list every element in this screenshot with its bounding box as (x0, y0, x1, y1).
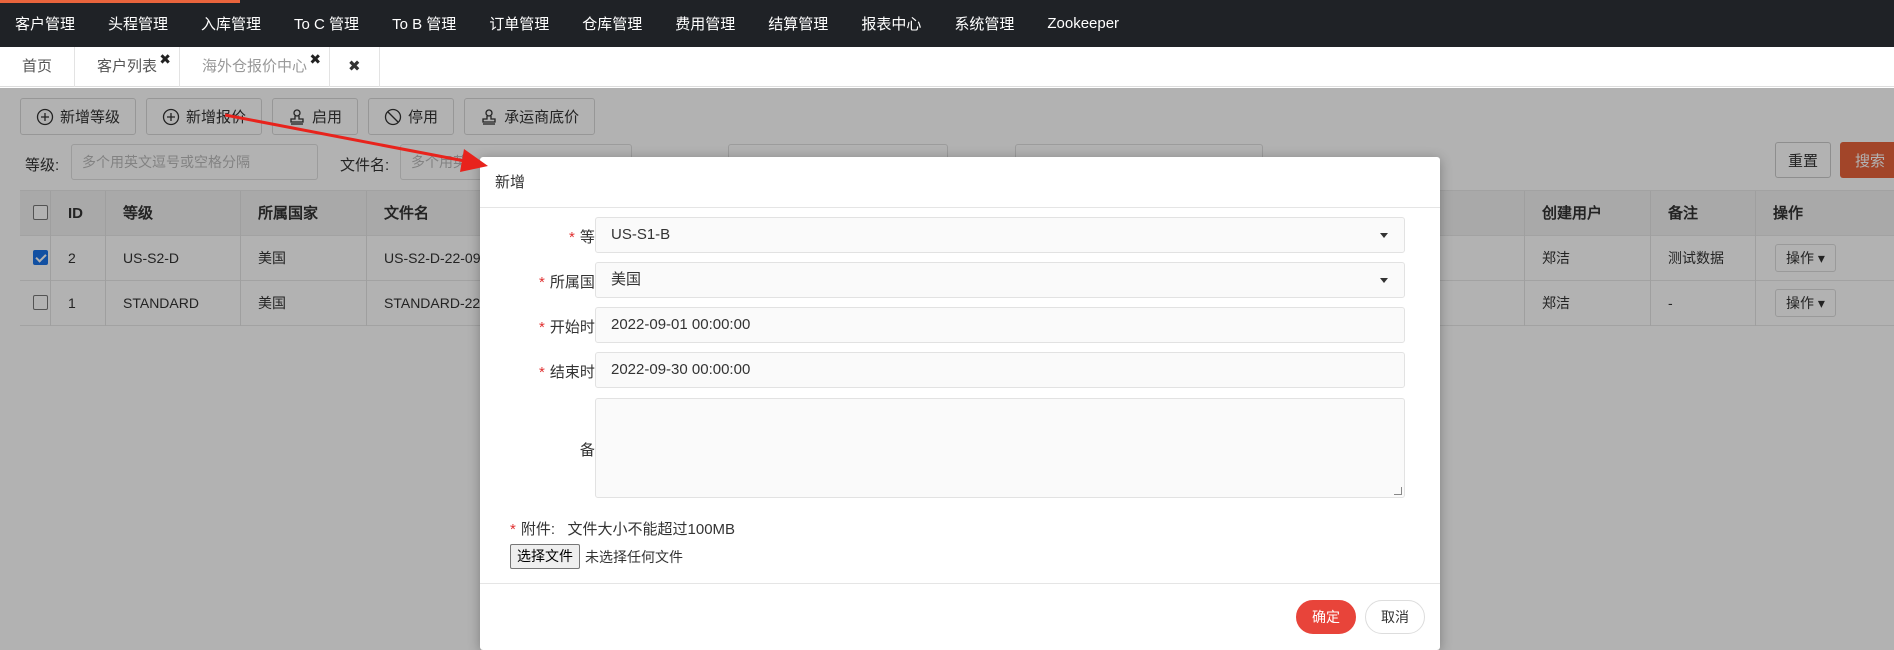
close-all-tabs-icon[interactable]: ✖ (330, 47, 380, 87)
required-asterisk: * (538, 319, 545, 336)
add-quote-dialog: 新增 *等级: US-S1-B *所属国家: 美国 *开始时间: 2022-09… (480, 157, 1440, 650)
level-form-row: *等级: US-S1-B (480, 217, 1440, 253)
tab-home-label: 首页 (22, 58, 53, 75)
tab-customer-list-label: 客户列表 (97, 58, 158, 75)
attachment-size-hint: 文件大小不能超过100MB (567, 521, 736, 538)
dialog-footer: 确定 取消 (480, 583, 1440, 650)
tab-home[interactable]: 首页 (0, 47, 76, 87)
cancel-button[interactable]: 取消 (1365, 600, 1425, 634)
remark-textarea[interactable] (595, 398, 1405, 498)
level-select[interactable]: US-S1-B (595, 217, 1405, 253)
tab-customer-list[interactable]: 客户列表 ✖ (75, 47, 181, 87)
start-time-form-row: * 开始时间: 2022-09-01 00:00:00 (480, 307, 1440, 343)
nav-fee-mgmt[interactable]: 费用管理 (666, 13, 744, 34)
nav-firstleg-mgmt[interactable]: 头程管理 (99, 13, 177, 34)
tab-overseas-quote-center[interactable]: 海外仓报价中心 ✖ (180, 47, 331, 87)
nav-system-mgmt[interactable]: 系统管理 (945, 13, 1023, 34)
top-accent-strip (0, 0, 240, 3)
country-select-value: 美国 (611, 271, 642, 288)
choose-file-button[interactable]: 选择文件 (510, 544, 580, 569)
country-form-row: * 所属国家: 美国 (480, 262, 1440, 298)
nav-warehouse-mgmt[interactable]: 仓库管理 (573, 13, 651, 34)
nav-inbound-mgmt[interactable]: 入库管理 (192, 13, 270, 34)
required-asterisk: * (538, 274, 545, 291)
top-nav-bar: 客户管理 头程管理 入库管理 To C 管理 To B 管理 订单管理 仓库管理… (0, 0, 1894, 47)
tab-bar: 首页 客户列表 ✖ 海外仓报价中心 ✖ ✖ (0, 47, 1894, 87)
start-time-input[interactable]: 2022-09-01 00:00:00 (595, 307, 1405, 343)
required-asterisk: * (538, 364, 545, 381)
dialog-title: 新增 (480, 157, 1440, 208)
attachment-row: * 附件: 文件大小不能超过100MB (510, 518, 735, 539)
no-file-chosen-text: 未选择任何文件 (585, 548, 683, 565)
nav-order-mgmt[interactable]: 订单管理 (480, 13, 558, 34)
end-time-form-row: * 结束时间: 2022-09-30 00:00:00 (480, 352, 1440, 388)
required-asterisk: * (510, 521, 516, 538)
attachment-label: 附件: (520, 521, 556, 538)
caret-down-icon (1380, 278, 1388, 283)
nav-tob-mgmt[interactable]: To B 管理 (383, 13, 465, 34)
file-picker: 选择文件 未选择任何文件 (510, 544, 683, 569)
tab-close-icon[interactable]: ✖ (309, 39, 321, 79)
remark-form-row: 备注: (480, 398, 1440, 498)
tab-quote-center-label: 海外仓报价中心 (202, 58, 308, 75)
nav-toc-mgmt[interactable]: To C 管理 (285, 13, 368, 34)
nav-customer-mgmt[interactable]: 客户管理 (6, 13, 84, 34)
nav-settlement-mgmt[interactable]: 结算管理 (759, 13, 837, 34)
tab-close-icon[interactable]: ✖ (159, 39, 171, 79)
country-select[interactable]: 美国 (595, 262, 1405, 298)
required-asterisk: * (568, 229, 575, 246)
end-time-input[interactable]: 2022-09-30 00:00:00 (595, 352, 1405, 388)
nav-report-center[interactable]: 报表中心 (852, 13, 930, 34)
level-select-value: US-S1-B (611, 226, 671, 243)
caret-down-icon (1380, 233, 1388, 238)
resize-grip-icon[interactable] (1394, 487, 1402, 495)
nav-zookeeper[interactable]: Zookeeper (1038, 15, 1128, 32)
confirm-button[interactable]: 确定 (1296, 600, 1356, 634)
